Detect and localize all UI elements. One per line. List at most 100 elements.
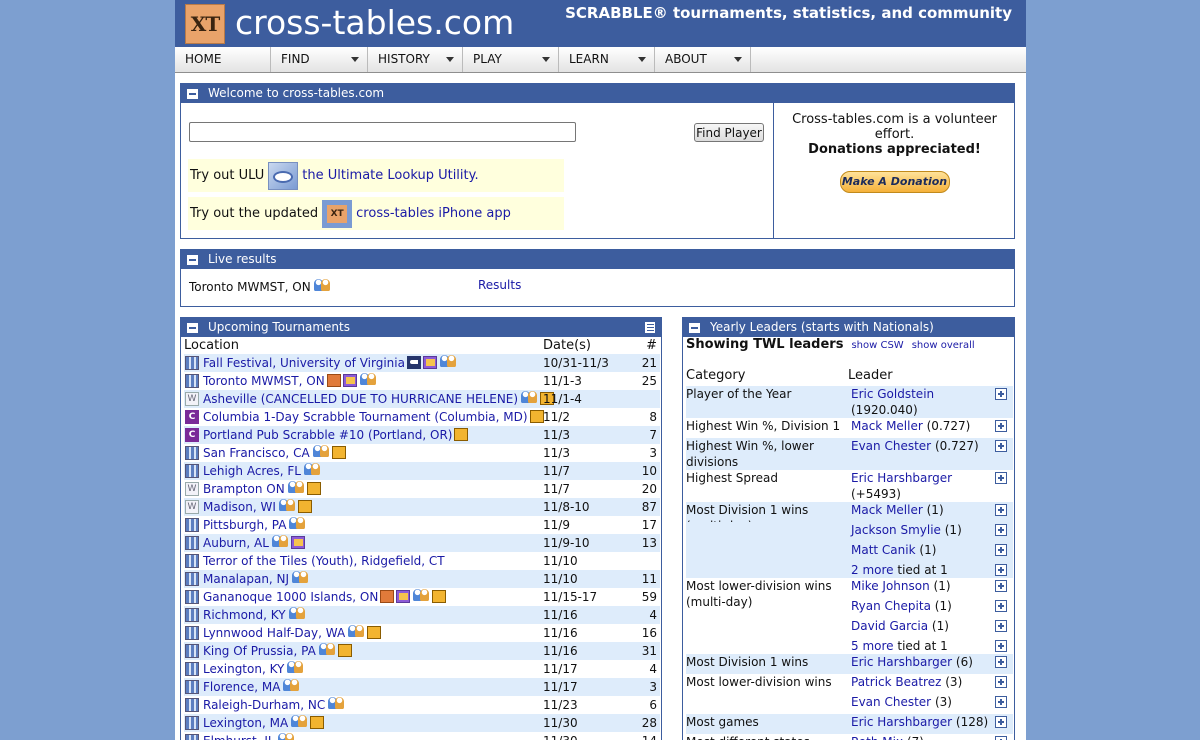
leader-name-link[interactable]: 5 more — [851, 639, 894, 653]
leader-row: Highest Win %, lower divisions Evan Chest… — [686, 438, 1013, 470]
leader-name-link[interactable]: Evan Chester — [851, 439, 931, 453]
expand-icon[interactable] — [995, 640, 1007, 652]
tournament-link[interactable]: Richmond, KY — [203, 608, 286, 622]
leader-name-link[interactable]: Eric Harshbarger — [851, 655, 952, 669]
tournament-link[interactable]: Raleigh-Durham, NC — [203, 698, 325, 712]
tournament-link[interactable]: Fall Festival, University of Virginia — [203, 356, 405, 370]
ulu-link[interactable]: the Ultimate Lookup Utility. — [302, 168, 478, 183]
tournament-link[interactable]: San Francisco, CA — [203, 446, 310, 460]
rated-board-icon — [185, 464, 199, 478]
show-csw-link[interactable]: show CSW — [851, 340, 903, 351]
logo[interactable]: XT — [185, 4, 225, 44]
expand-icon[interactable] — [995, 620, 1007, 632]
tournament-link[interactable]: King Of Prussia, PA — [203, 644, 316, 658]
tournament-link[interactable]: Elmhurst, IL — [203, 734, 275, 740]
nav-find[interactable]: FIND — [271, 47, 368, 72]
show-overall-link[interactable]: show overall — [912, 340, 975, 351]
tournament-dates: 11/3 — [543, 446, 570, 460]
expand-icon[interactable] — [995, 388, 1007, 400]
tagline: SCRABBLE® tournaments, statistics, and c… — [565, 4, 1012, 22]
leader-name-link[interactable]: Mack Meller — [851, 419, 923, 433]
tournament-link[interactable]: Toronto MWMST, ON — [203, 374, 325, 388]
collapse-icon[interactable] — [187, 255, 198, 265]
collapse-icon[interactable] — [187, 323, 198, 333]
player-search-input[interactable] — [189, 122, 576, 142]
expand-icon[interactable] — [995, 420, 1007, 432]
tournament-row: Terror of the Tiles (Youth), Ridgefield,… — [184, 552, 660, 570]
tournament-link[interactable]: Auburn, AL — [203, 536, 269, 550]
leader-name-link[interactable]: Roth Mix — [851, 735, 903, 740]
nav-find-label: FIND — [281, 52, 310, 66]
leader-name-link[interactable]: Eric Harshbarger — [851, 715, 952, 729]
leader-name-link[interactable]: Patrick Beatrez — [851, 675, 941, 689]
expand-icon[interactable] — [995, 472, 1007, 484]
list-view-icon[interactable] — [644, 321, 656, 334]
live-results-link[interactable]: Results — [478, 278, 521, 292]
nav-history[interactable]: HISTORY — [368, 47, 463, 72]
expand-icon[interactable] — [995, 716, 1007, 728]
xt-app-icon[interactable] — [322, 199, 353, 228]
rated-board-icon — [185, 518, 199, 532]
tournament-link[interactable]: Brampton ON — [203, 482, 285, 496]
tournament-dates: 11/15-17 — [543, 590, 598, 604]
leader-name-link[interactable]: Matt Canik — [851, 543, 916, 557]
find-player-button[interactable]: Find Player — [694, 123, 764, 142]
leader-name-link[interactable]: David Garcia — [851, 619, 928, 633]
tournament-dates: 11/30 — [543, 732, 578, 740]
tournament-count: 6 — [649, 698, 657, 712]
nav-play[interactable]: PLAY — [463, 47, 559, 72]
expand-icon[interactable] — [995, 504, 1007, 516]
ulu-logo-icon[interactable] — [268, 161, 299, 190]
leaders-title: Yearly Leaders (starts with Nationals) — [710, 320, 934, 334]
leader-name-link[interactable]: Eric Harshbarger — [851, 471, 952, 485]
tournament-link[interactable]: Columbia 1-Day Scrabble Tournament (Colu… — [203, 410, 528, 424]
site-name[interactable]: cross-tables.com — [235, 0, 514, 46]
nav-about[interactable]: ABOUT — [655, 47, 751, 72]
rated-board-icon — [185, 662, 199, 676]
expand-icon[interactable] — [995, 696, 1007, 708]
donate-button[interactable]: Make A Donation — [839, 171, 950, 193]
live-event-location: Toronto MWMST, ON — [189, 279, 331, 294]
tournament-link[interactable]: Lynnwood Half-Day, WA — [203, 626, 345, 640]
iphone-app-link[interactable]: cross-tables iPhone app — [356, 206, 511, 221]
tournament-link[interactable]: Lexington, MA — [203, 716, 288, 730]
upcoming-tournaments-panel: Upcoming Tournaments Location Date(s) # … — [180, 317, 662, 740]
nav-learn[interactable]: LEARN — [559, 47, 655, 72]
tournament-count: 21 — [641, 356, 657, 370]
leader-name-link[interactable]: Jackson Smylie — [851, 523, 941, 537]
expand-icon[interactable] — [995, 564, 1007, 576]
expand-icon[interactable] — [995, 600, 1007, 612]
tournament-link[interactable]: Manalapan, NJ — [203, 572, 289, 586]
leader-name-link[interactable]: Evan Chester — [851, 695, 931, 709]
tournament-link[interactable]: Portland Pub Scrabble #10 (Portland, OR) — [203, 428, 452, 442]
col-leader: Leader — [848, 368, 893, 383]
expand-icon[interactable] — [995, 440, 1007, 452]
nav-home[interactable]: HOME — [175, 47, 271, 72]
collapse-icon[interactable] — [689, 323, 700, 333]
wespa-rated-icon: W — [185, 500, 199, 514]
tournament-link[interactable]: Asheville (CANCELLED DUE TO HURRICANE HE… — [203, 392, 518, 406]
leader-name-link[interactable]: 2 more — [851, 563, 894, 577]
leader-name-link[interactable]: Mike Johnson — [851, 579, 930, 593]
tournament-link[interactable]: Lexington, KY — [203, 662, 284, 676]
leader-cell: Patrick Beatrez (3) — [851, 674, 991, 690]
tournament-dates: 11/9-10 — [543, 536, 590, 550]
leader-name-link[interactable]: Eric Goldstein — [851, 387, 934, 401]
players-icon — [521, 391, 538, 405]
tournament-link[interactable]: Gananoque 1000 Islands, ON — [203, 590, 378, 604]
tournament-link[interactable]: Pittsburgh, PA — [203, 518, 286, 532]
leader-name-link[interactable]: Ryan Chepita — [851, 599, 931, 613]
tournament-link[interactable]: Florence, MA — [203, 680, 280, 694]
tournament-link[interactable]: Terror of the Tiles (Youth), Ridgefield,… — [203, 554, 445, 568]
expand-icon[interactable] — [995, 656, 1007, 668]
expand-icon[interactable] — [995, 524, 1007, 536]
leader-name-link[interactable]: Mack Meller — [851, 503, 923, 517]
expand-icon[interactable] — [995, 736, 1007, 740]
tournament-link[interactable]: Lehigh Acres, FL — [203, 464, 301, 478]
expand-icon[interactable] — [995, 676, 1007, 688]
collapse-icon[interactable] — [187, 89, 198, 99]
expand-icon[interactable] — [995, 544, 1007, 556]
tournament-link[interactable]: Madison, WI — [203, 500, 276, 514]
leader-value: (7) — [907, 735, 924, 740]
expand-icon[interactable] — [995, 580, 1007, 592]
